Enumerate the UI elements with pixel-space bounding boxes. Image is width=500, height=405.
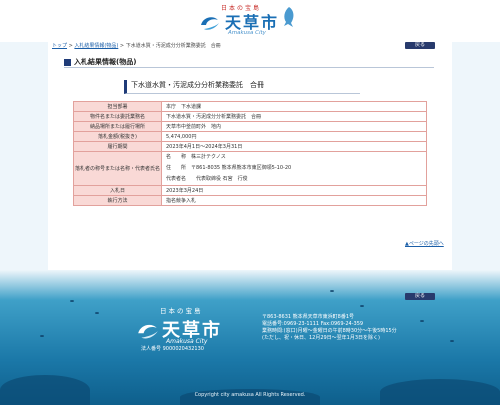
row-value: 天草市中釜前町外 地内: [161, 121, 427, 132]
section-heading: 入札結果情報(物品): [64, 57, 136, 67]
table-row: 履行期間 2023年4月1日～2024年3月31日: [73, 141, 427, 152]
footer-logo-swirl-icon: [138, 324, 158, 339]
back-button-top[interactable]: 戻る: [405, 42, 435, 49]
copyright: Copyright city amakusa All Rights Reserv…: [194, 392, 306, 398]
row-label: 執行方法: [73, 195, 162, 206]
fish-decoration: [95, 312, 99, 314]
row-label: 担当部署: [73, 101, 162, 112]
section-divider: [64, 67, 434, 68]
footer-logo-tagline: 日本の宝島: [160, 307, 203, 315]
breadcrumb-parent-link[interactable]: 入札結果情報(物品): [74, 43, 118, 49]
fish-decoration: [40, 335, 44, 337]
fish-decoration: [360, 305, 364, 307]
row-value: 本庁 下水道課: [161, 101, 427, 112]
row-value: 2023年3月24日: [161, 185, 427, 196]
coral-decoration: [0, 375, 90, 405]
table-row: 落札金額(税抜き) 5,474,000円: [73, 131, 427, 142]
back-button-bottom[interactable]: 戻る: [405, 293, 435, 300]
holiday-line: (ただし、祝・休日、12月29日～翌年1月3日を除く): [262, 335, 380, 341]
row-label: 入札日: [73, 185, 162, 196]
fish-decoration: [70, 300, 74, 302]
breadcrumb-current: 下水道水質・汚泥成分分析業務委託 合冊: [125, 43, 221, 49]
table-row: 入札日 2023年3月24日: [73, 185, 427, 196]
logo-swirl-icon: [201, 17, 219, 30]
winner-address: 住 所 〒861-8035 熊本県熊本市東区御領5-10-20: [166, 165, 292, 171]
hours-line: 業務時間:(窓口)月曜～金曜日の午前8時30分～午後5時15分: [262, 328, 397, 334]
row-value: 下水道水質・汚泥成分分析業務委託 合冊: [161, 111, 427, 122]
breadcrumb-home-link[interactable]: トップ: [52, 43, 67, 49]
dolphin-icon: [284, 7, 294, 27]
row-label: 落札者の称号または名称・代表者氏名: [73, 151, 162, 186]
row-value: 名 称 株三計テクノス 住 所 〒861-8035 熊本県熊本市東区御領5-10…: [161, 151, 427, 186]
corporate-number: 法人番号 9000020432130: [141, 346, 204, 352]
row-value: 2023年4月1日～2024年3月31日: [161, 141, 427, 152]
table-row: 物件名または委託業務名 下水道水質・汚泥成分分析業務委託 合冊: [73, 111, 427, 122]
bid-result-table: 担当部署 本庁 下水道課 物件名または委託業務名 下水道水質・汚泥成分分析業務委…: [73, 101, 427, 206]
winner-representative: 代表者名 代表取締役 石宮 行俊: [166, 176, 248, 182]
page-title: 下水道水質・汚泥成分分析業務委託 合冊: [131, 81, 264, 89]
address-line: 〒863-8631 熊本県天草市東浜町8番1号: [262, 314, 355, 320]
row-value: 指名競争入札: [161, 195, 427, 206]
row-label-text: 物件名または委託業務名: [89, 114, 145, 120]
page-top-link[interactable]: ▲ページの先頭へ: [405, 240, 444, 247]
row-label: 納品場所または履行場所: [73, 121, 162, 132]
phone-line: 電話番号:0969-23-1111 Fax:0969-24-359: [262, 321, 364, 327]
table-row: 落札者の称号または名称・代表者氏名 名 称 株三計テクノス 住 所 〒861-8…: [73, 151, 427, 186]
fish-decoration: [450, 340, 454, 342]
logo-roman: Amakusa City: [228, 30, 266, 36]
site-header: 日本の宝島 天草市 Amakusa City: [0, 0, 500, 42]
breadcrumb-separator: >: [119, 43, 125, 49]
table-row: 納品場所または履行場所 天草市中釜前町外 地内: [73, 121, 427, 132]
section-title: 入札結果情報(物品): [74, 58, 137, 66]
row-label: 物件名または委託業務名: [73, 111, 162, 122]
footer-address: 〒863-8631 熊本県天草市東浜町8番1号 電話番号:0969-23-111…: [262, 314, 397, 342]
row-label: 落札金額(税抜き): [73, 131, 162, 142]
fish-decoration: [330, 290, 334, 292]
fish-decoration: [420, 320, 424, 322]
table-row: 担当部署 本庁 下水道課: [73, 101, 427, 112]
breadcrumb-separator: >: [68, 43, 73, 49]
table-row: 執行方法 指名競争入札: [73, 195, 427, 206]
square-bullet-icon: [64, 58, 71, 66]
row-label: 履行期間: [73, 141, 162, 152]
breadcrumb: トップ > 入札結果情報(物品) > 下水道水質・汚泥成分分析業務委託 合冊: [52, 42, 221, 49]
winner-name: 名 称 株三計テクノス: [166, 154, 226, 160]
footer-logo-roman: Amakusa City: [166, 338, 208, 345]
row-value: 5,474,000円: [161, 131, 427, 142]
